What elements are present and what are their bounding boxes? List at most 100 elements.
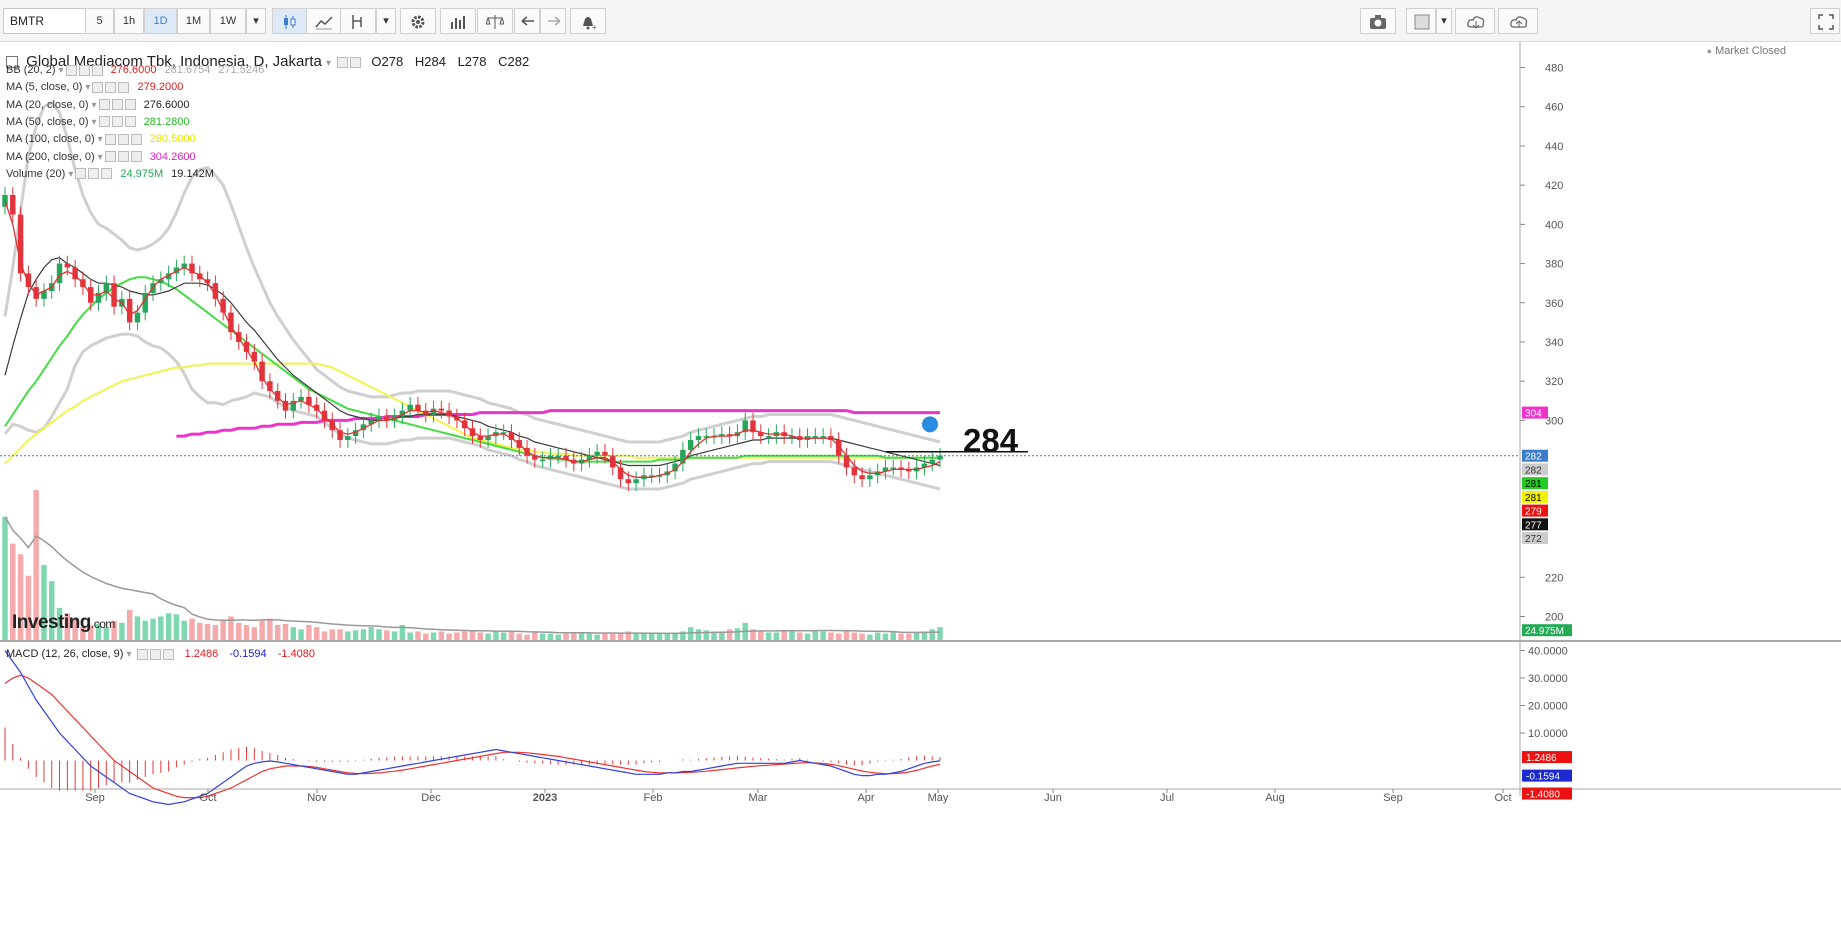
toolbar: BMTR 5 1h 1D 1M 1W ▾ ▾ + ▾ — [0, 0, 1841, 42]
volume-bar — [648, 633, 655, 640]
time-tick-label: Sep — [85, 792, 105, 804]
volume-bar — [532, 632, 538, 640]
indicator-button[interactable] — [340, 8, 376, 34]
volume-bar — [360, 629, 367, 640]
close-icon[interactable] — [124, 99, 136, 111]
cloud-download-button[interactable] — [1455, 8, 1495, 34]
time-tick-label: Jul — [1160, 792, 1174, 804]
macd-badge-label: -1.4080 — [1526, 790, 1560, 801]
redo-button[interactable] — [540, 8, 566, 34]
close-icon[interactable] — [130, 151, 142, 163]
settings-icon[interactable] — [78, 64, 90, 76]
chevron-down-icon[interactable]: ▾ — [85, 82, 90, 93]
chevron-down-icon[interactable]: ▾ — [59, 65, 64, 76]
eye-icon[interactable] — [104, 151, 116, 163]
price-chart[interactable]: 4804604404204003803603403203002202003042… — [0, 42, 1841, 948]
volume-bar — [516, 633, 522, 640]
settings-icon[interactable] — [117, 133, 129, 145]
close-icon[interactable] — [101, 168, 113, 180]
close-icon[interactable] — [91, 64, 103, 76]
legend-value: 24.975M — [120, 167, 164, 180]
price-badge-label: 304 — [1525, 409, 1542, 420]
eye-icon[interactable] — [92, 81, 104, 93]
color-dropdown[interactable]: ▾ — [1436, 8, 1452, 34]
chevron-down-icon[interactable]: ▾ — [98, 152, 103, 163]
settings-icon[interactable] — [111, 116, 123, 128]
compare-button[interactable] — [477, 8, 513, 34]
macd-signal-value: -0.1594 — [229, 648, 267, 660]
annotation-label[interactable]: 284 — [963, 422, 1018, 460]
macd-legend-name: MACD (12, 26, close, 9) — [6, 648, 124, 660]
interval-1h[interactable]: 1h — [114, 8, 144, 34]
volume-bar — [493, 631, 499, 640]
volume-bar — [469, 630, 476, 640]
eye-icon[interactable] — [75, 168, 87, 180]
chevron-down-icon[interactable]: ▾ — [68, 169, 73, 180]
volume-bar — [726, 629, 733, 640]
volume-bar — [508, 631, 515, 640]
settings-icon[interactable] — [117, 151, 129, 163]
volume-bar — [874, 632, 881, 640]
eye-icon[interactable] — [98, 99, 110, 111]
time-tick-label: Aug — [1265, 792, 1285, 804]
studies-button[interactable] — [440, 8, 476, 34]
screenshot-button[interactable] — [1360, 8, 1396, 34]
volume-bar — [212, 625, 219, 640]
legend-name: BB (20, 2) — [6, 64, 56, 76]
volume-bar — [274, 625, 281, 640]
eye-icon[interactable] — [136, 648, 148, 660]
volume-bar — [906, 633, 912, 640]
settings-icon[interactable] — [149, 648, 161, 660]
volume-bar — [524, 634, 530, 640]
time-tick-label: 2023 — [533, 792, 557, 804]
interval-1w[interactable]: 1W — [210, 8, 246, 34]
volume-bar — [454, 632, 460, 640]
price-tick-label: 380 — [1545, 259, 1563, 271]
settings-icon[interactable] — [111, 99, 123, 111]
chevron-down-icon[interactable]: ▾ — [326, 58, 331, 69]
undo-button[interactable] — [514, 8, 540, 34]
chart-type-dropdown[interactable]: ▾ — [376, 8, 396, 34]
volume-bar — [851, 632, 858, 640]
close-icon[interactable] — [162, 648, 174, 660]
fullscreen-button[interactable] — [1810, 8, 1840, 34]
line-chart-button[interactable] — [306, 8, 342, 34]
volume-bar — [547, 633, 554, 640]
symbol-input[interactable]: BMTR — [3, 8, 98, 34]
interval-1m[interactable]: 1M — [177, 8, 210, 34]
legend-row: Volume (20) ▾ 24.975M 19.142M — [6, 166, 214, 183]
chevron-down-icon[interactable]: ▾ — [98, 134, 103, 145]
candle-body — [820, 436, 826, 438]
volume-bar — [563, 633, 569, 640]
eye-icon[interactable] — [65, 64, 77, 76]
chevron-down-icon[interactable]: ▾ — [126, 649, 131, 660]
color-box-button[interactable] — [1406, 8, 1436, 34]
time-tick-label: Feb — [644, 792, 663, 804]
chevron-down-icon[interactable]: ▾ — [92, 100, 97, 111]
eye-icon[interactable] — [98, 116, 110, 128]
close-icon[interactable] — [350, 56, 362, 68]
fullscreen-icon — [1818, 14, 1834, 30]
alert-button[interactable]: + — [570, 8, 606, 34]
settings-icon[interactable] — [337, 56, 349, 68]
settings-icon[interactable] — [88, 168, 100, 180]
cloud-upload-button[interactable] — [1498, 8, 1538, 34]
price-badge-label: 281 — [1525, 479, 1542, 490]
close-icon[interactable] — [124, 116, 136, 128]
interval-5[interactable]: 5 — [85, 8, 114, 34]
candle-body — [890, 467, 896, 469]
settings-button[interactable] — [400, 8, 436, 34]
volume-bar — [376, 629, 382, 640]
eye-icon[interactable] — [104, 133, 116, 145]
candle-body — [539, 459, 546, 462]
settings-icon[interactable] — [105, 81, 117, 93]
candle-body — [859, 475, 865, 480]
interval-dropdown[interactable]: ▾ — [246, 8, 266, 34]
close-icon[interactable] — [130, 133, 142, 145]
volume-bar — [804, 633, 811, 640]
volume-bar — [555, 634, 561, 640]
candles-button[interactable] — [272, 8, 308, 34]
interval-1d[interactable]: 1D — [144, 8, 177, 34]
close-icon[interactable] — [118, 81, 130, 93]
chevron-down-icon[interactable]: ▾ — [92, 117, 97, 128]
